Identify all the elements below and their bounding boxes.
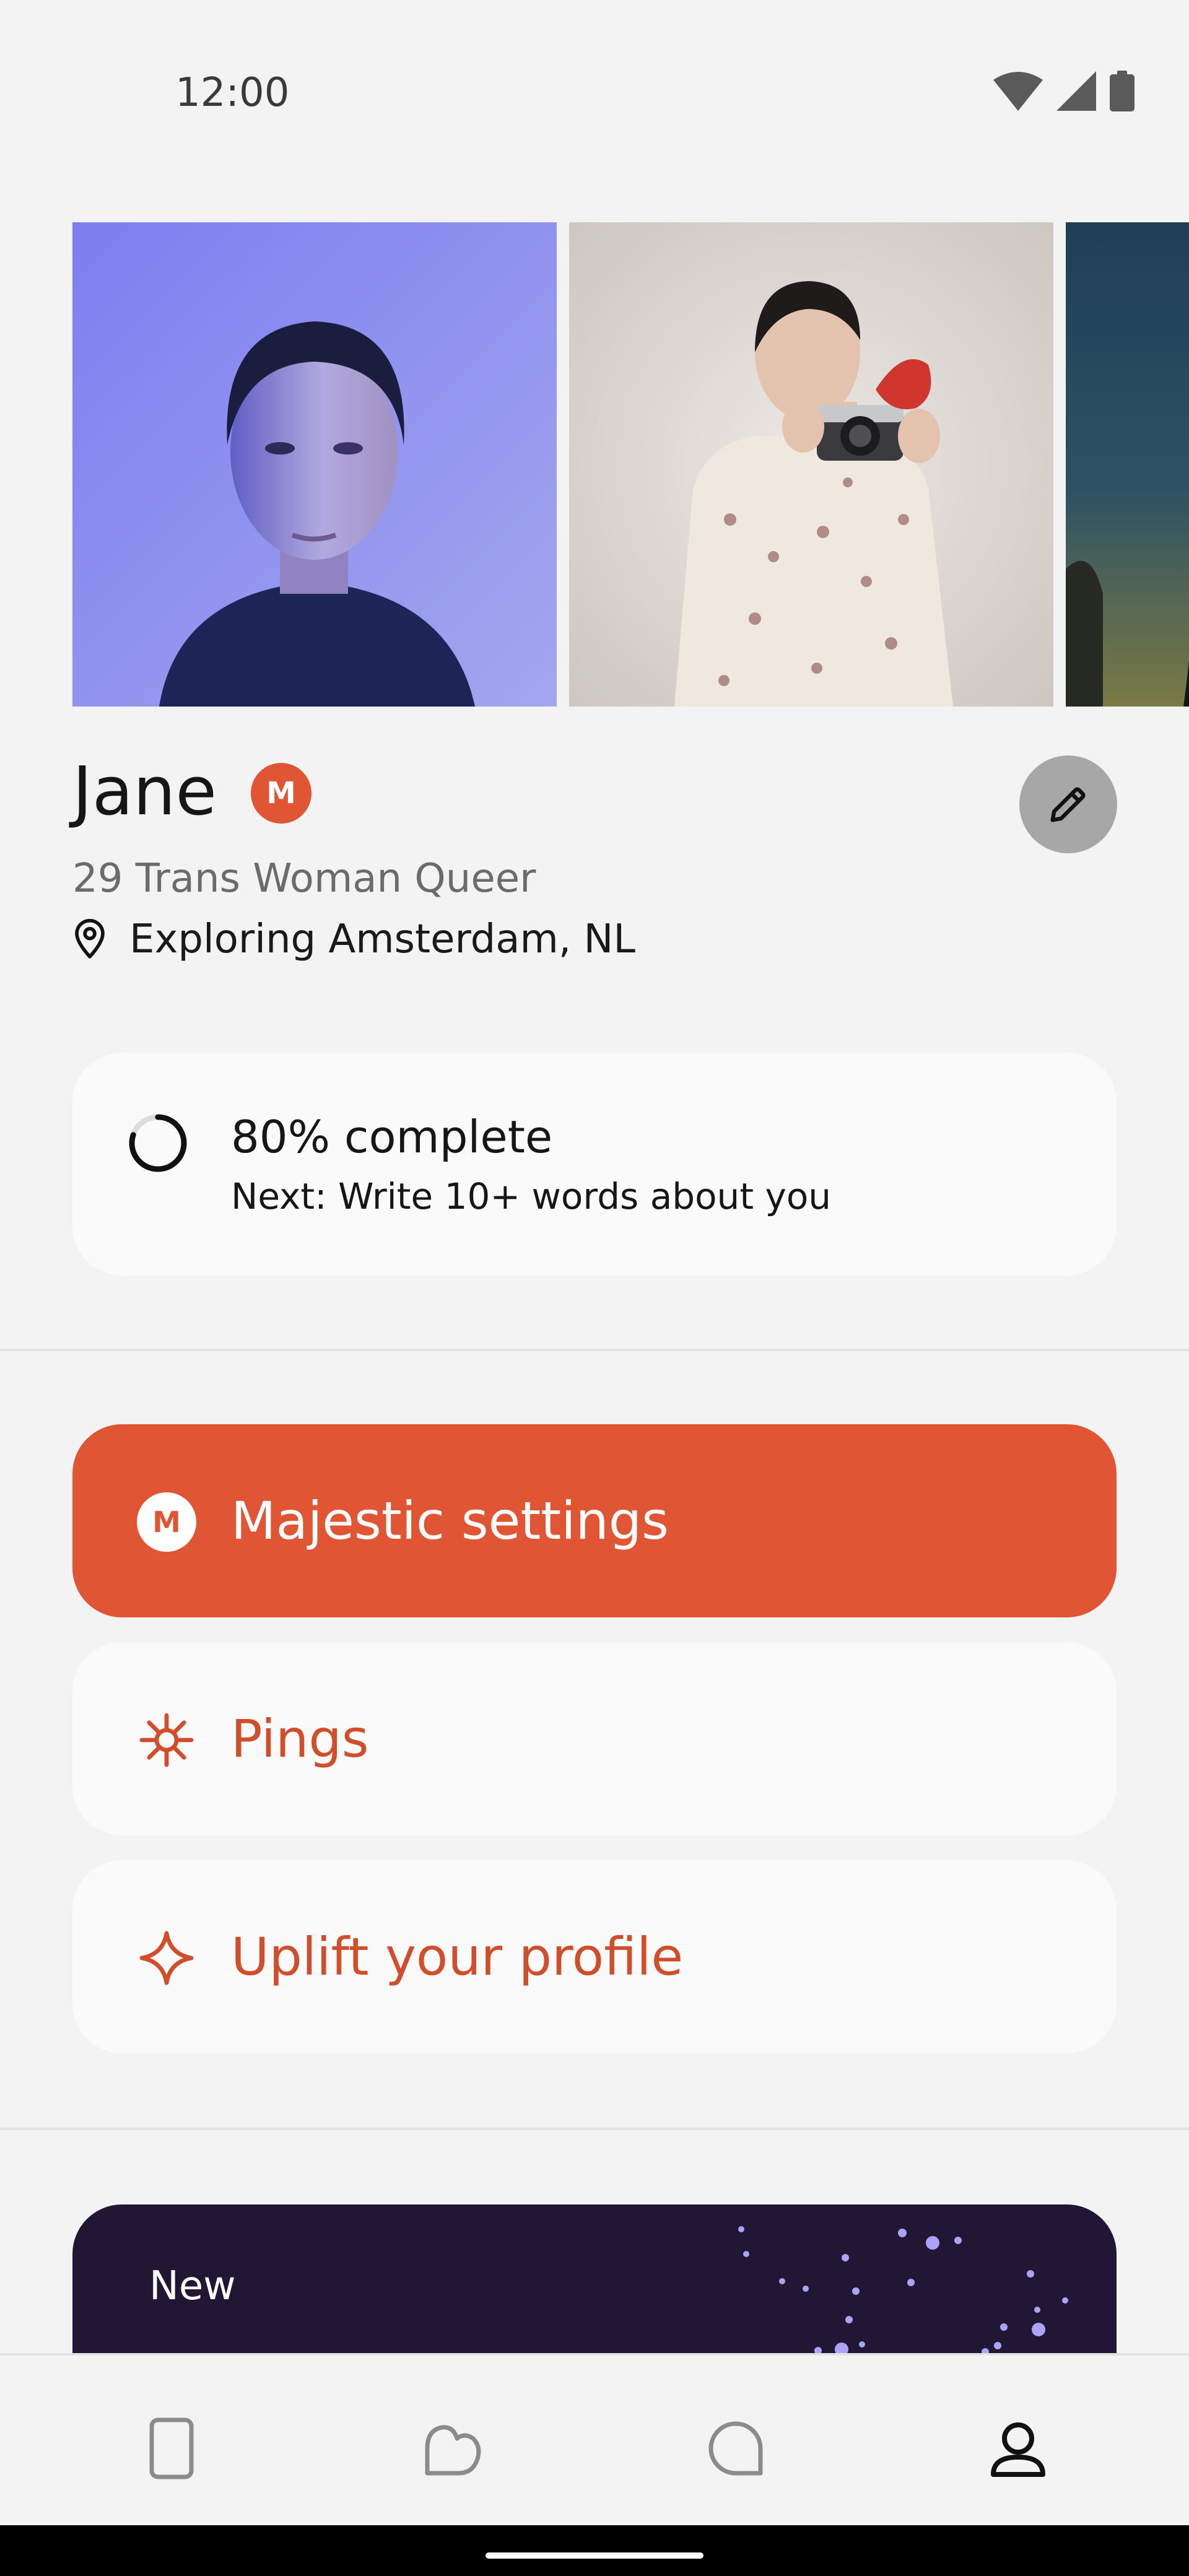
profile-completion-card[interactable]: 80% complete Next: Write 10+ words about…	[72, 1053, 1117, 1276]
majestic-badge: M	[251, 763, 311, 824]
photo-carousel[interactable]	[72, 222, 1189, 707]
edit-profile-button[interactable]	[1019, 755, 1117, 853]
nav-chats-tab[interactable]	[699, 2411, 773, 2486]
status-icons	[993, 69, 1135, 113]
profile-icon	[991, 2422, 1045, 2477]
uplift-star-icon	[137, 1928, 196, 1988]
nav-cards-tab[interactable]	[134, 2411, 209, 2486]
nav-likes-tab[interactable]	[416, 2411, 490, 2486]
battery-icon	[1110, 71, 1135, 111]
majestic-settings-label: Majestic settings	[231, 1490, 669, 1551]
majestic-settings-button[interactable]: M Majestic settings	[72, 1424, 1117, 1617]
profile-screen: 12:00 Jane M 29 Trans Woman Queer Explor…	[0, 0, 1189, 2576]
photo-portrait-blue-light[interactable]	[72, 222, 557, 707]
location-text: Exploring Amsterdam, NL	[129, 916, 636, 962]
uplift-profile-label: Uplift your profile	[231, 1926, 684, 1987]
completion-title: 80% complete	[231, 1111, 553, 1163]
cards-icon	[149, 2417, 194, 2479]
completion-next-step: Next: Write 10+ words about you	[231, 1175, 832, 1217]
majestic-m-icon: M	[137, 1492, 196, 1552]
likes-icon	[425, 2425, 481, 2476]
location-pin-icon	[75, 919, 105, 959]
bottom-navigation	[0, 2353, 1189, 2528]
section-divider	[0, 2128, 1189, 2130]
gesture-handle[interactable]	[486, 2552, 703, 2559]
section-divider	[0, 1349, 1189, 1351]
profile-identity: 29 Trans Woman Queer	[72, 856, 536, 902]
nav-profile-tab[interactable]	[981, 2411, 1055, 2486]
chats-icon	[708, 2421, 763, 2476]
location-row: Exploring Amsterdam, NL	[72, 912, 635, 967]
majestic-m-badge: M	[137, 1492, 196, 1552]
pings-sparkle-icon	[137, 1710, 196, 1770]
cell-signal-icon	[1056, 71, 1096, 111]
uplift-profile-button[interactable]: Uplift your profile	[72, 1860, 1117, 2053]
new-banner-label: New	[149, 2263, 236, 2309]
progress-ring-icon	[129, 1114, 187, 1172]
profile-name: Jane	[72, 753, 217, 830]
photo-woman-with-camera[interactable]	[569, 222, 1053, 707]
system-navigation-bar	[0, 2525, 1189, 2576]
status-time: 12:00	[175, 70, 290, 116]
pings-button[interactable]: Pings	[72, 1642, 1117, 1835]
wifi-icon	[993, 72, 1043, 111]
photo-partial[interactable]	[1066, 222, 1189, 707]
pencil-icon	[1050, 787, 1086, 822]
pings-label: Pings	[231, 1708, 369, 1769]
